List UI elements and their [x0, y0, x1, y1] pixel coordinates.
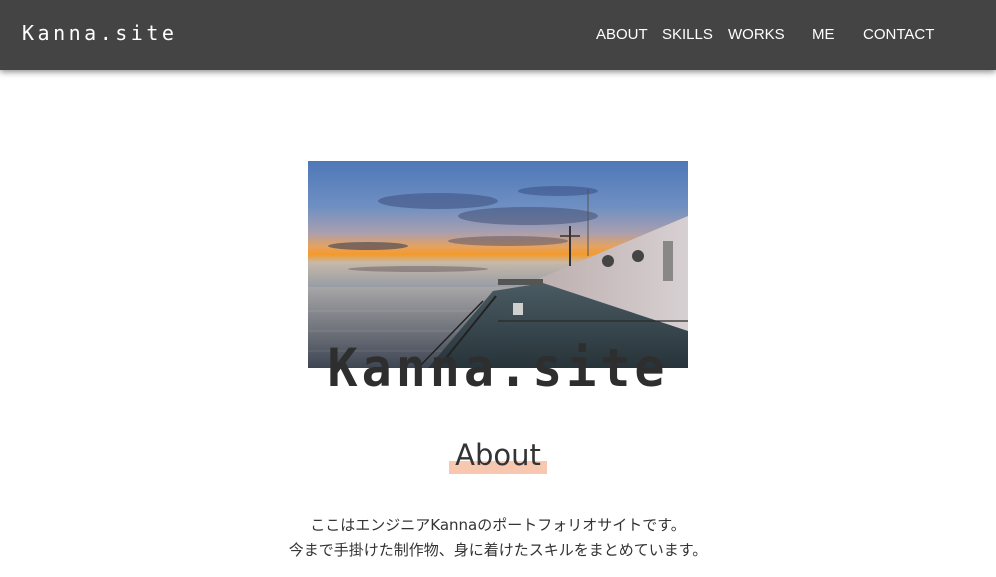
about-heading: About	[449, 436, 547, 474]
nav-link-skills[interactable]: SKILLS	[662, 26, 713, 43]
brand-logo-link[interactable]: Kanna.site	[22, 21, 177, 45]
nav-link-about[interactable]: ABOUT	[596, 26, 648, 43]
about-heading-text: About	[455, 438, 541, 472]
page: Kanna.site ABOUT SKILLS WORKS ME CONTACT	[0, 0, 996, 577]
nav-link-works[interactable]: WORKS	[728, 26, 785, 43]
about-line-1: ここはエンジニアKannaのポートフォリオサイトです。	[310, 516, 686, 534]
about-description: ここはエンジニアKannaのポートフォリオサイトです。 今まで手掛けた制作物、身…	[0, 513, 996, 563]
nav-link-me[interactable]: ME	[812, 26, 835, 43]
about-line-2: 今まで手掛けた制作物、身に着けたスキルをまとめています。	[288, 541, 708, 559]
nav-link-contact[interactable]: CONTACT	[863, 26, 934, 43]
about-section-header: About	[0, 436, 996, 474]
site-header: Kanna.site ABOUT SKILLS WORKS ME CONTACT	[0, 0, 996, 70]
hero-title: Kanna.site	[327, 337, 669, 399]
